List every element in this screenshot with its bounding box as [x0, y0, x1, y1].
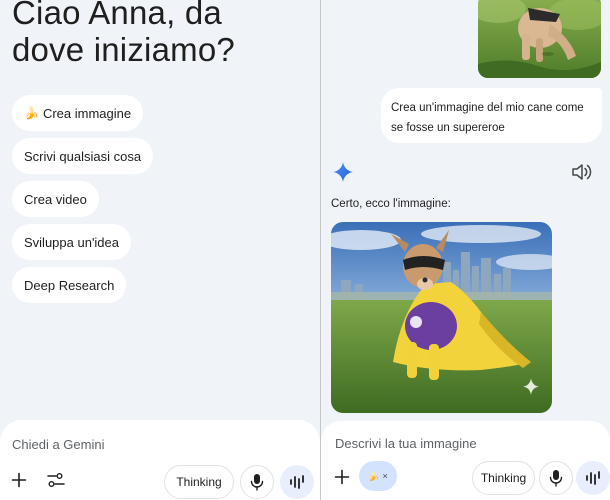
greeting-heading: Ciao Anna, da dove iniziamo? [12, 0, 312, 68]
live-button[interactable] [576, 461, 610, 495]
prompt-input-area: Chiedi a Gemini Thinking [0, 420, 320, 500]
image-prompt-input[interactable]: Descrivi la tua immagine [335, 436, 477, 451]
greeting-line-1: Ciao Anna, da [12, 0, 222, 31]
user-message-bubble: Crea un'immagine del mio cane come se fo… [381, 88, 602, 143]
chip-crea-video[interactable]: Crea video [12, 181, 99, 217]
chip-scrivi-qualsiasi-cosa[interactable]: Scrivi qualsiasi cosa [12, 138, 154, 174]
banana-icon: 🍌 [24, 106, 39, 120]
plus-icon [11, 472, 27, 488]
microphone-icon [549, 470, 563, 487]
chip-crea-immagine[interactable]: 🍌 Crea immagine [12, 95, 144, 131]
chat-panel: Crea un'immagine del mio cane come se fo… [321, 0, 610, 500]
chip-deep-research[interactable]: Deep Research [12, 267, 127, 303]
chip-label: Sviluppa un'idea [24, 234, 119, 250]
audio-waveform-icon [586, 471, 600, 485]
microphone-icon [250, 474, 264, 491]
microphone-button[interactable] [539, 461, 573, 495]
home-panel: Ciao Anna, da dove iniziamo? 🍌 Crea imma… [0, 0, 320, 500]
gemini-logo [332, 161, 354, 183]
add-button[interactable] [331, 466, 353, 488]
audio-waveform-icon [290, 475, 304, 489]
speaker-icon [572, 164, 592, 180]
tools-button[interactable] [45, 469, 67, 491]
gemini-sparkle-icon [333, 162, 353, 182]
plus-icon [334, 469, 350, 485]
image-tool-chip[interactable]: 🍌 × [359, 461, 397, 491]
prompt-input[interactable]: Chiedi a Gemini [12, 437, 105, 452]
chip-label: Crea video [24, 191, 87, 207]
remove-chip-button[interactable]: × [382, 471, 387, 481]
chip-sviluppa-idea[interactable]: Sviluppa un'idea [12, 224, 131, 260]
microphone-button[interactable] [240, 465, 274, 499]
thinking-mode-button[interactable]: Thinking [472, 461, 535, 495]
tune-icon [47, 473, 65, 487]
add-button[interactable] [8, 469, 30, 491]
chip-label: Crea immagine [42, 105, 132, 121]
greeting-line-2: dove iniziamo? [12, 31, 235, 68]
chip-label: Scrivi qualsiasi cosa [24, 148, 142, 164]
live-button[interactable] [280, 465, 314, 499]
uploaded-dog-photo[interactable] [478, 0, 601, 78]
read-aloud-button[interactable] [570, 161, 594, 183]
chip-label: Deep Research [24, 277, 115, 293]
thinking-mode-button[interactable]: Thinking [164, 465, 234, 499]
generated-superhero-dog-image[interactable] [331, 222, 552, 413]
gemini-response-text: Certo, ecco l'immagine: [331, 198, 451, 210]
banana-icon: 🍌 [368, 470, 380, 481]
